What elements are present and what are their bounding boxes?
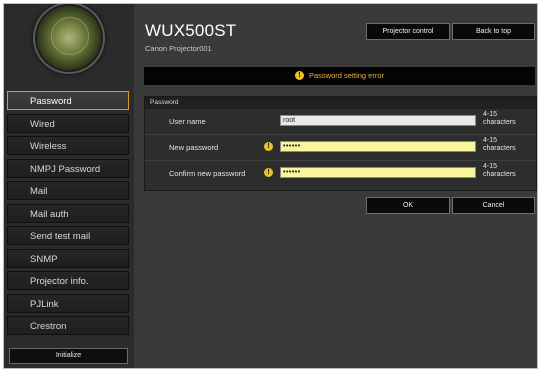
- hint-line: characters: [483, 171, 516, 178]
- hint-line: characters: [483, 119, 516, 126]
- new-password-label: New password: [169, 143, 219, 152]
- sidebar-item-wired[interactable]: Wired: [7, 113, 129, 133]
- confirm-password-hint: 4-15 characters: [483, 163, 516, 179]
- lens-logo-icon: [37, 6, 101, 70]
- sidebar-item-snmp[interactable]: SNMP: [7, 248, 129, 268]
- sidebar-item-mail[interactable]: Mail: [7, 181, 129, 200]
- new-password-input[interactable]: ••••••: [280, 141, 476, 152]
- new-password-row: New password ! •••••• 4-15 characters: [145, 137, 536, 159]
- warning-icon: !: [264, 168, 273, 177]
- cancel-button[interactable]: Cancel: [452, 197, 535, 214]
- sidebar-item-wireless[interactable]: Wireless: [7, 136, 129, 155]
- logo: [4, 4, 134, 78]
- projector-name: Canon Projector001: [145, 44, 212, 53]
- sidebar-item-pjlink[interactable]: PJLink: [7, 293, 129, 313]
- hint-line: 4-15: [483, 137, 498, 144]
- initialize-button[interactable]: Initialize: [9, 348, 128, 364]
- user-name-input[interactable]: root: [280, 115, 476, 126]
- back-to-top-button[interactable]: Back to top: [452, 23, 535, 40]
- warning-icon: !: [264, 142, 273, 151]
- sidebar-item-mail-auth[interactable]: Mail auth: [7, 203, 129, 223]
- user-name-hint: 4-15 characters: [483, 111, 516, 127]
- error-message: Password setting error: [308, 71, 385, 80]
- divider: [145, 134, 536, 135]
- projector-control-button[interactable]: Projector control: [366, 23, 450, 40]
- sidebar-item-password[interactable]: Password: [7, 91, 129, 110]
- user-name-label: User name: [169, 117, 206, 126]
- password-panel: Password User name root 4-15 characters …: [144, 96, 537, 191]
- new-password-hint: 4-15 characters: [483, 137, 516, 153]
- error-banner: ! Password setting error: [144, 67, 535, 85]
- confirm-password-input[interactable]: ••••••: [280, 167, 476, 178]
- sidebar-item-crestron[interactable]: Crestron: [7, 316, 129, 335]
- confirm-password-row: Confirm new password ! •••••• 4-15 chara…: [145, 163, 536, 185]
- hint-line: 4-15: [483, 111, 498, 118]
- confirm-password-label: Confirm new password: [169, 169, 246, 178]
- ok-button[interactable]: OK: [366, 197, 450, 214]
- section-title: Password: [145, 97, 536, 109]
- sidebar-nav: Password Wired Wireless NMPJ Password Ma…: [7, 91, 129, 339]
- sidebar: Password Wired Wireless NMPJ Password Ma…: [4, 4, 134, 368]
- warning-icon: !: [294, 70, 304, 80]
- app-window: Password Wired Wireless NMPJ Password Ma…: [3, 3, 538, 369]
- page-title: WUX500ST: [145, 21, 237, 40]
- sidebar-item-projector-info[interactable]: Projector info.: [7, 271, 129, 290]
- hint-line: 4-15: [483, 163, 498, 170]
- hint-line: characters: [483, 145, 516, 152]
- user-name-row: User name root 4-15 characters: [145, 111, 536, 133]
- divider: [145, 160, 536, 161]
- sidebar-item-send-test-mail[interactable]: Send test mail: [7, 226, 129, 245]
- sidebar-item-nmpj-password[interactable]: NMPJ Password: [7, 158, 129, 178]
